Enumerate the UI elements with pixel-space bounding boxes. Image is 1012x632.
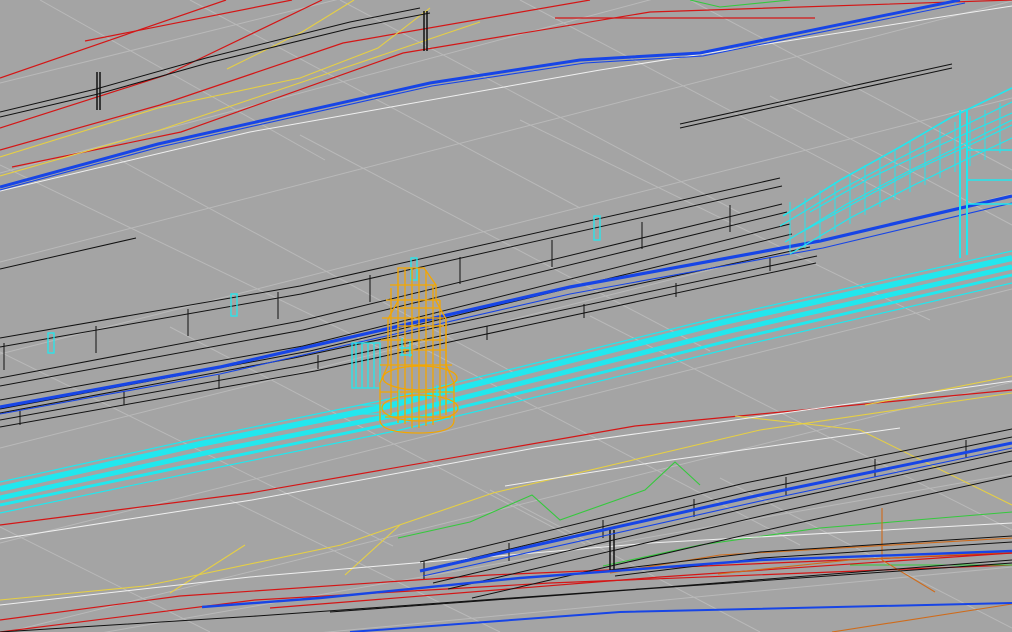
wireframe-scene[interactable]: [0, 0, 1012, 632]
cad-wireframe-viewport[interactable]: [0, 0, 1012, 632]
